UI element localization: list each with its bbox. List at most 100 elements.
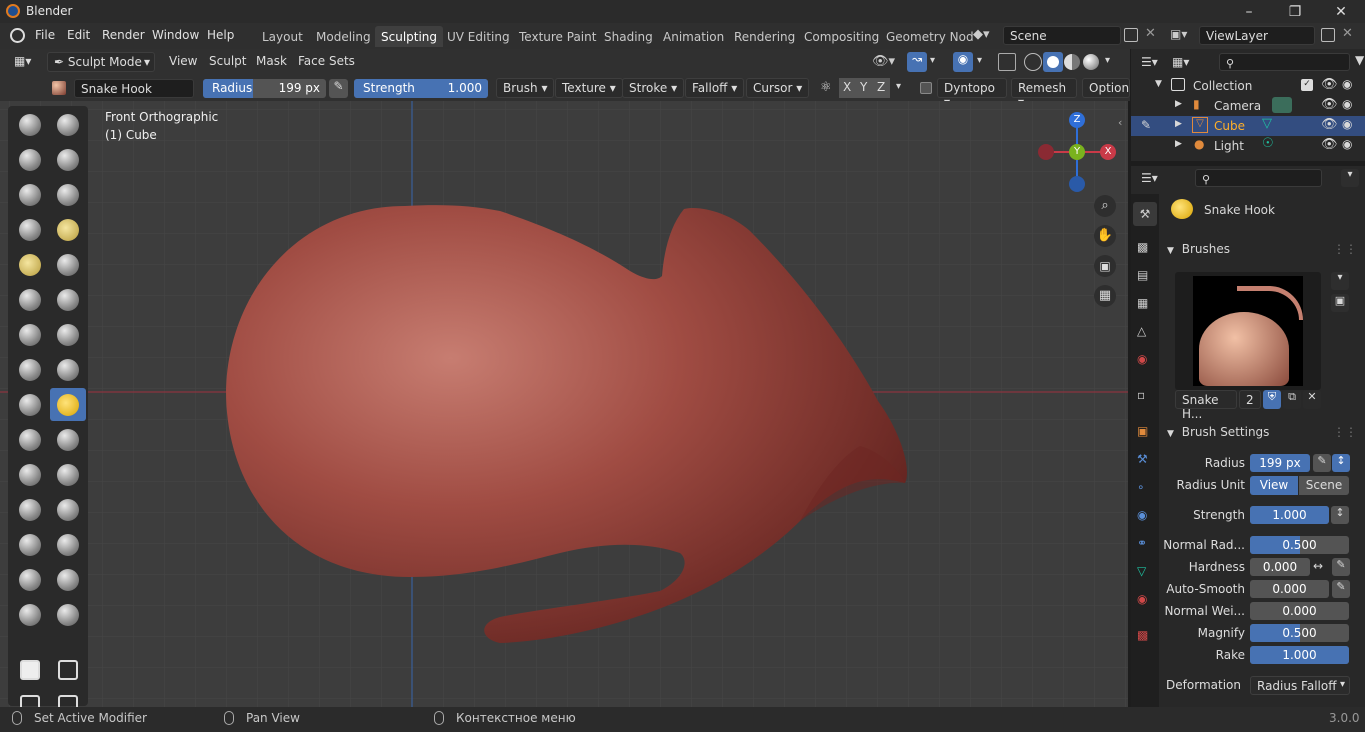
scene-name-field[interactable]: Scene (1003, 26, 1121, 45)
camera-restrict-icon[interactable]: ◉ (1342, 137, 1352, 151)
menu-mask[interactable]: Mask (250, 52, 293, 72)
gizmo-neg-x-icon[interactable] (1038, 144, 1054, 160)
hardness-pressure-icon[interactable]: ✎ (1332, 558, 1350, 576)
tool-grab-button[interactable] (50, 353, 86, 386)
tool-flatten-button[interactable] (12, 283, 48, 316)
magnify-field[interactable]: 0.500 (1250, 624, 1349, 642)
tool-clay-strips-button[interactable] (50, 143, 86, 176)
properties-options-icon[interactable]: ▾ (1341, 169, 1359, 187)
shading-material-icon[interactable] (1064, 54, 1080, 70)
dyntopo-dropdown[interactable]: Dyntopo ▾ (937, 78, 1007, 109)
tool-clay-button[interactable] (12, 143, 48, 176)
camera-view-icon[interactable]: ▣ (1094, 255, 1116, 277)
hardness-field[interactable]: 0.000 (1250, 558, 1310, 576)
outliner-row-light[interactable]: ▶ ● Light ☉ 👁 ◉ (1131, 136, 1365, 156)
xray-icon[interactable] (998, 53, 1016, 71)
tool-rotate-button[interactable] (50, 458, 86, 491)
zoom-icon[interactable]: ⌕ (1094, 195, 1116, 217)
gizmo-dropdown-icon[interactable]: ▾ (930, 55, 935, 66)
radius-unit-view-button[interactable]: View (1250, 476, 1298, 495)
tab-geometry-nodes[interactable]: Geometry Nod (880, 26, 980, 47)
symmetry-icon[interactable]: ⚛ (820, 80, 832, 95)
outliner-row-collection[interactable]: ▼ Collection ✓ 👁 ◉ (1131, 76, 1365, 96)
tab-modeling[interactable]: Modeling (310, 26, 377, 47)
shading-solid-icon[interactable] (1043, 52, 1063, 72)
visibility-icon[interactable]: 👁▾ (872, 54, 895, 69)
radius-unit-scene-button[interactable]: Scene (1299, 476, 1349, 495)
radius-field[interactable]: 199 px (1250, 454, 1310, 472)
gizmo-x-icon[interactable]: X (1100, 144, 1116, 160)
tool-box-face-set-button[interactable] (12, 598, 48, 631)
3d-viewport[interactable]: Front Orthographic (1) Cube Z Y X ⌕ ✋ ▣ … (0, 101, 1128, 707)
new-scene-icon[interactable] (1124, 28, 1138, 42)
gizmo-neg-z-icon[interactable] (1069, 176, 1085, 192)
gizmo-y-icon[interactable]: Y (1069, 144, 1085, 160)
strength-field[interactable]: 1.000 (1250, 506, 1329, 524)
tool-elastic-deform-button[interactable] (12, 388, 48, 421)
minimize-button[interactable]: – (1226, 0, 1272, 23)
radius-pressure-icon[interactable]: ✎ (329, 79, 348, 98)
radius-slider[interactable]: Radius 199 px (203, 79, 326, 98)
close-button[interactable]: ✕ (1318, 0, 1364, 23)
tab-collection-icon[interactable]: ▫ (1137, 388, 1145, 402)
tool-blob-button[interactable] (50, 213, 86, 246)
scene-selector-icon[interactable]: ◆▾ (973, 27, 999, 45)
viewport-canvas[interactable] (0, 101, 1128, 707)
eye-icon[interactable]: 👁 (1321, 77, 1338, 92)
tab-view-layer-icon[interactable]: ▦ (1137, 296, 1148, 310)
tool-multiplane-scrape-button[interactable] (50, 318, 86, 351)
tool-mask-button[interactable] (12, 563, 48, 596)
gizmo-toggle-icon[interactable]: ↝ (907, 52, 927, 72)
axis-z-toggle[interactable]: Z (873, 78, 890, 98)
tool-box-mask-button[interactable] (12, 653, 48, 686)
sidebar-toggle-icon[interactable]: ‹ (1118, 116, 1122, 129)
light-data-icon[interactable]: ☉ (1262, 136, 1274, 151)
tab-render-icon[interactable]: ▩ (1137, 240, 1148, 254)
new-view-layer-icon[interactable] (1321, 28, 1335, 42)
outliner-search-input[interactable]: ⚲ (1219, 53, 1350, 71)
strength-pressure-icon[interactable]: ↕ (1331, 506, 1349, 524)
menu-sculpt[interactable]: Sculpt (203, 52, 252, 72)
outliner-row-cube[interactable]: ✎ ▶ ▽ Cube ▽ 👁 ◉ (1131, 116, 1365, 136)
tab-scene-icon[interactable]: △ (1137, 324, 1146, 338)
outliner-editor-icon[interactable]: ☰▾ (1141, 55, 1158, 69)
tool-scrape-button[interactable] (12, 318, 48, 351)
strength-slider[interactable]: Strength 1.000 (354, 79, 488, 98)
cursor-dropdown[interactable]: Cursor ▾ (746, 78, 810, 98)
tab-texture-paint[interactable]: Texture Paint (513, 26, 602, 47)
unlink-brush-icon[interactable]: ✕ (1303, 390, 1321, 409)
brush-list-dropdown-icon[interactable]: ▾ (1331, 272, 1349, 290)
remesh-dropdown[interactable]: Remesh ▾ (1011, 78, 1077, 109)
deformation-dropdown[interactable]: Radius Falloff ▾ (1250, 676, 1350, 695)
tool-pinch-button[interactable] (12, 353, 48, 386)
tool-draw-button[interactable] (12, 108, 48, 141)
tool-snake-hook-button[interactable] (50, 388, 86, 421)
outliner-row-camera[interactable]: ▶ ▮ Camera 👁 ◉ (1131, 96, 1365, 116)
tool-lasso-select-button[interactable] (50, 653, 86, 686)
menu-edit[interactable]: Edit (67, 28, 90, 42)
expand-icon[interactable]: ▼ (1155, 79, 1162, 89)
camera-restrict-icon[interactable]: ◉ (1342, 97, 1352, 111)
drag-handle-icon[interactable]: ⋮⋮ (1333, 425, 1357, 439)
tool-boundary-button[interactable] (50, 493, 86, 526)
duplicate-brush-icon[interactable]: ⧉ (1283, 390, 1301, 409)
tool-lasso-face-set-button[interactable] (50, 598, 86, 631)
camera-restrict-icon[interactable]: ◉ (1342, 77, 1352, 91)
menu-window[interactable]: Window (152, 28, 199, 42)
tool-fill-button[interactable] (50, 283, 86, 316)
options-dropdown[interactable]: Options (1082, 78, 1130, 98)
tab-output-icon[interactable]: ▤ (1137, 268, 1148, 282)
gizmo-z-icon[interactable]: Z (1069, 112, 1085, 128)
shading-rendered-icon[interactable] (1083, 54, 1099, 70)
radius-mode-icon[interactable]: ↕ (1332, 454, 1350, 472)
tab-uv-editing[interactable]: UV Editing (441, 26, 516, 47)
radius-pressure-icon[interactable]: ✎ (1313, 454, 1331, 472)
axis-x-toggle[interactable]: X (839, 78, 856, 98)
brushes-panel-header[interactable]: ▼ Brushes ⋮⋮ (1167, 242, 1361, 260)
eye-icon[interactable]: 👁 (1321, 97, 1338, 112)
tool-nudge-button[interactable] (12, 458, 48, 491)
menu-view[interactable]: View (163, 52, 203, 72)
axis-dropdown-icon[interactable]: ▾ (896, 81, 901, 92)
tab-layout[interactable]: Layout (256, 26, 309, 47)
tool-thumb-button[interactable] (12, 423, 48, 456)
